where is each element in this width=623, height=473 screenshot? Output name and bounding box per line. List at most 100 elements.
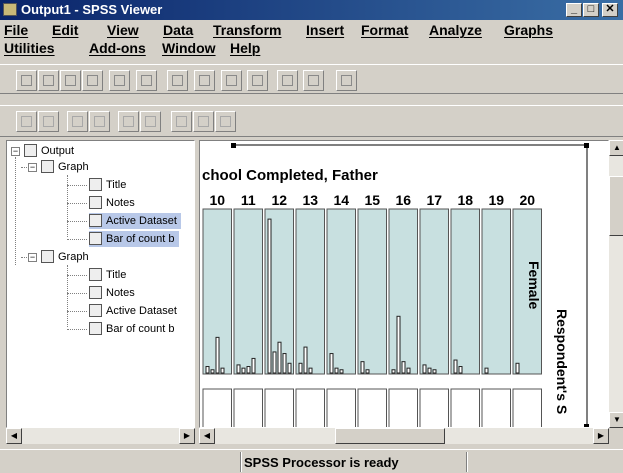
menu-insert[interactable]: Insert <box>306 20 344 40</box>
toolbar-button-7[interactable] <box>167 70 188 91</box>
tree-line <box>67 239 87 240</box>
menu-addons[interactable]: Add-ons <box>89 38 146 58</box>
menu-utilities[interactable]: Utilities <box>4 38 55 58</box>
collapse-icon[interactable]: − <box>11 147 20 156</box>
toolbar-button-2[interactable] <box>38 70 59 91</box>
tree-node-label: Notes <box>106 287 135 299</box>
menu-graphs[interactable]: Graphs <box>504 20 553 40</box>
bar <box>334 367 339 374</box>
toolbar-button-11[interactable] <box>277 70 298 91</box>
close-button[interactable]: ✕ <box>602 3 618 17</box>
scroll-thumb[interactable] <box>335 428 445 444</box>
panel-female <box>357 208 387 375</box>
page-icon <box>89 214 102 227</box>
bar <box>251 357 256 374</box>
collapse-icon[interactable]: − <box>28 163 37 172</box>
output-pane: chool Completed, Father 10 11 12 13 14 15 16 17 1… <box>199 140 609 428</box>
tree-node-bar-of-count-b[interactable]: Bar of count b <box>89 231 179 247</box>
collapse-icon[interactable]: − <box>28 253 37 262</box>
toolbar-button-3[interactable] <box>67 111 88 132</box>
tree-node-graph[interactable]: Graph <box>41 249 89 265</box>
tree-node-label: Title <box>106 269 127 281</box>
minimize-button[interactable]: _ <box>566 3 582 17</box>
bar-chart[interactable]: chool Completed, Father 10 11 12 13 14 15 16 17 1… <box>200 141 609 428</box>
bar <box>401 361 406 374</box>
tree-node-graph[interactable]: Graph <box>41 159 89 175</box>
menu-view[interactable]: View <box>107 20 139 40</box>
toolbar-button-3[interactable] <box>60 70 81 91</box>
menu-data[interactable]: Data <box>163 20 193 40</box>
panel-male <box>450 388 480 427</box>
tree-node-active-dataset[interactable]: Active Dataset <box>89 303 181 319</box>
tree-node-notes[interactable]: Notes <box>89 195 139 211</box>
panel-male <box>388 388 418 427</box>
menu-help[interactable]: Help <box>230 38 260 58</box>
toolbar-button-1[interactable] <box>16 70 37 91</box>
bar <box>365 369 370 374</box>
toolbar-button-8[interactable] <box>194 70 215 91</box>
toolbar-button-5[interactable] <box>109 70 130 91</box>
tree-line <box>67 329 87 330</box>
menu-file[interactable]: File <box>4 20 28 40</box>
tree-node-bar-of-count-b[interactable]: Bar of count b <box>89 321 179 337</box>
tree-node-label: Active Dataset <box>106 305 177 317</box>
panel-female <box>233 208 263 375</box>
toolbar-button-2[interactable] <box>38 111 59 132</box>
tree-line <box>67 203 87 204</box>
toolbar-navigation <box>0 105 623 137</box>
tree-horizontal-scrollbar[interactable]: ◀ ▶ <box>6 428 195 444</box>
scroll-up-icon[interactable]: ▲ <box>609 140 623 156</box>
scroll-thumb[interactable] <box>609 176 623 236</box>
toolbar-button-12[interactable] <box>303 70 324 91</box>
scroll-left-icon[interactable]: ◀ <box>199 428 215 444</box>
title-bar: Output1 - SPSS Viewer _ □ ✕ <box>0 0 623 20</box>
vertical-scrollbar[interactable]: ▲ ▼ <box>609 140 623 428</box>
toolbar-button-10[interactable] <box>247 70 268 91</box>
menu-edit[interactable]: Edit <box>52 20 78 40</box>
toolbar-button-1[interactable] <box>16 111 37 132</box>
category-label: 10 <box>209 192 225 208</box>
tree-node-notes[interactable]: Notes <box>89 285 139 301</box>
category-label: 17 <box>426 192 442 208</box>
tree-line <box>67 185 87 186</box>
toolbar-button-6[interactable] <box>136 70 157 91</box>
tree-line <box>67 293 87 294</box>
panel-female <box>326 208 356 375</box>
tree-node-output[interactable]: Output <box>24 143 74 159</box>
panel-male <box>481 388 511 427</box>
toolbar-button-4[interactable] <box>82 70 103 91</box>
category-label: 20 <box>519 192 535 208</box>
toolbar-button-4[interactable] <box>89 111 110 132</box>
toolbar-button-8[interactable] <box>193 111 214 132</box>
tree-node-label: Graph <box>58 251 89 263</box>
toolbar-button-9[interactable] <box>215 111 236 132</box>
scroll-down-icon[interactable]: ▼ <box>609 412 623 428</box>
page-icon <box>89 268 102 281</box>
bar <box>215 336 220 374</box>
scroll-right-icon[interactable]: ▶ <box>179 428 195 444</box>
tree-node-title[interactable]: Title <box>89 177 130 193</box>
toolbar-button-13[interactable] <box>336 70 357 91</box>
menu-analyze[interactable]: Analyze <box>429 20 482 40</box>
tree-node-title[interactable]: Title <box>89 267 130 283</box>
bar <box>427 367 432 374</box>
tree-node-label: Bar of count b <box>106 233 175 245</box>
menu-window[interactable]: Window <box>162 38 216 58</box>
panel-female <box>419 208 449 375</box>
bar <box>458 366 463 374</box>
menu-transform[interactable]: Transform <box>213 20 281 40</box>
window-title: Output1 - SPSS Viewer <box>21 2 163 17</box>
category-label: 15 <box>364 192 380 208</box>
toolbar-button-6[interactable] <box>140 111 161 132</box>
scroll-left-icon[interactable]: ◀ <box>6 428 22 444</box>
scroll-right-icon[interactable]: ▶ <box>593 428 609 444</box>
toolbar-button-9[interactable] <box>221 70 242 91</box>
toolbar-button-7[interactable] <box>171 111 192 132</box>
tree-node-active-dataset[interactable]: Active Dataset <box>89 213 181 229</box>
tree-node-label: Graph <box>58 161 89 173</box>
menu-format[interactable]: Format <box>361 20 408 40</box>
page-icon <box>89 286 102 299</box>
maximize-button[interactable]: □ <box>583 3 599 17</box>
content-horizontal-scrollbar[interactable]: ◀ ▶ <box>199 428 609 444</box>
toolbar-button-5[interactable] <box>118 111 139 132</box>
